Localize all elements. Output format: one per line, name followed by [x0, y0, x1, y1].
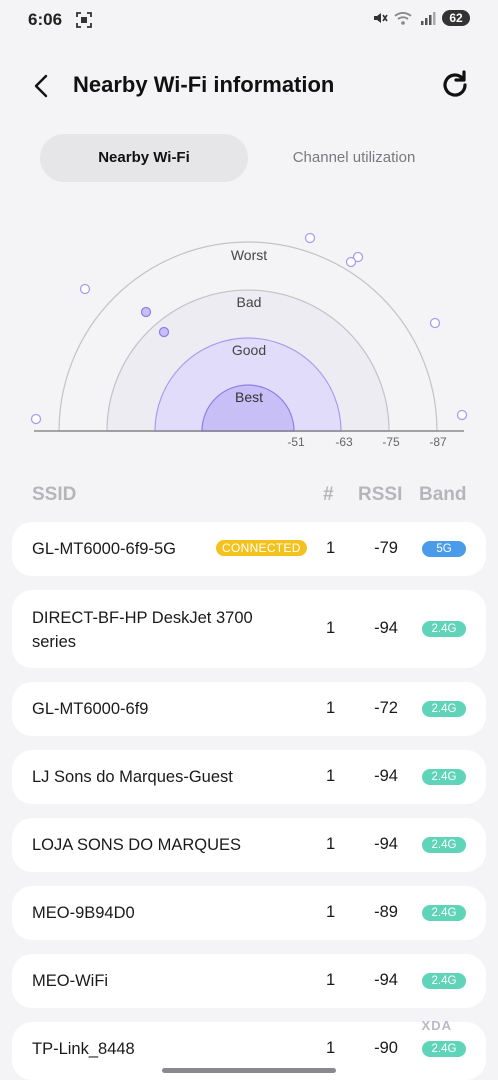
network-number: 1: [326, 619, 336, 637]
table-header: SSID # RSSI Band: [0, 484, 498, 514]
wifi-icon: [394, 12, 412, 25]
network-row[interactable]: GL-MT6000-6f9 1 -72 2.4G: [12, 682, 486, 736]
network-dot[interactable]: [140, 306, 152, 318]
tab-bar: Nearby Wi-Fi Channel utilization: [40, 134, 458, 182]
column-header-ssid: SSID: [32, 484, 77, 505]
network-row[interactable]: MEO-WiFi 1 -94 2.4G: [12, 954, 486, 1008]
scale-label-63: -63: [335, 435, 353, 449]
screenshot-icon: [76, 12, 92, 28]
band-badge: 2.4G: [422, 1041, 466, 1057]
cellular-signal-icon: [421, 12, 436, 25]
zone-label-best: Best: [235, 389, 263, 405]
band-badge: 2.4G: [422, 621, 466, 637]
network-rssi: -90: [374, 1039, 398, 1057]
zone-label-bad: Bad: [237, 294, 262, 310]
refresh-icon[interactable]: [438, 68, 472, 102]
network-rssi: -94: [374, 767, 398, 785]
network-ssid: GL-MT6000-6f9-5G: [32, 540, 176, 558]
home-indicator[interactable]: [162, 1068, 336, 1073]
network-row[interactable]: DIRECT-BF-HP DeskJet 3700 series 1 -94 2…: [12, 590, 486, 668]
network-number: 1: [326, 1039, 336, 1057]
network-number: 1: [326, 539, 336, 557]
band-badge: 2.4G: [422, 769, 466, 785]
network-dot[interactable]: [456, 409, 468, 421]
network-ssid: DIRECT-BF-HP DeskJet 3700 series: [32, 609, 253, 651]
network-rssi: -94: [374, 619, 398, 637]
band-badge: 2.4G: [422, 905, 466, 921]
status-icons: 62: [372, 10, 470, 26]
network-number: 1: [326, 699, 336, 717]
network-ssid: LJ Sons do Marques-Guest: [32, 768, 233, 786]
column-header-number: #: [323, 484, 334, 505]
signal-strength-chart: Worst Bad Good Best -51 -63 -75 -87: [0, 210, 498, 460]
status-time: 6:06: [28, 10, 63, 29]
network-ssid: GL-MT6000-6f9: [32, 700, 149, 718]
network-rssi: -94: [374, 971, 398, 989]
zone-label-worst: Worst: [231, 247, 267, 263]
scale-label-75: -75: [382, 435, 400, 449]
watermark-logo: XDA: [421, 1018, 452, 1033]
network-row[interactable]: MEO-9B94D0 1 -89 2.4G: [12, 886, 486, 940]
network-number: 1: [326, 835, 336, 853]
network-rssi: -94: [374, 835, 398, 853]
band-badge: 5G: [422, 541, 466, 557]
scale-label-51: -51: [287, 435, 305, 449]
column-header-band: Band: [419, 484, 467, 505]
network-number: 1: [326, 903, 336, 921]
mute-icon: [374, 13, 388, 23]
status-bar: 6:06 62: [0, 0, 498, 40]
signal-chart-svg: Worst Bad Good Best -51 -63 -75 -87: [30, 232, 468, 449]
network-dot[interactable]: [345, 256, 357, 268]
column-header-rssi: RSSI: [358, 484, 403, 505]
network-number: 1: [326, 767, 336, 785]
scale-label-87: -87: [429, 435, 447, 449]
tab-channel-utilization[interactable]: Channel utilization: [250, 134, 458, 182]
battery-indicator: 62: [442, 10, 470, 26]
network-dot[interactable]: [158, 326, 170, 338]
network-dot[interactable]: [429, 317, 441, 329]
connected-badge: CONNECTED: [216, 540, 307, 556]
network-rssi: -79: [374, 539, 398, 557]
zone-label-good: Good: [232, 342, 266, 358]
network-number: 1: [326, 971, 336, 989]
band-badge: 2.4G: [422, 701, 466, 717]
network-rssi: -72: [374, 699, 398, 717]
page-title: Nearby Wi-Fi information: [73, 72, 335, 97]
network-row[interactable]: LJ Sons do Marques-Guest 1 -94 2.4G: [12, 750, 486, 804]
network-ssid: MEO-WiFi: [32, 972, 109, 990]
band-badge: 2.4G: [422, 973, 466, 989]
app-header: Nearby Wi-Fi information: [0, 60, 498, 112]
back-arrow-icon[interactable]: [28, 72, 56, 100]
network-dot[interactable]: [30, 413, 42, 425]
tab-nearby-wifi[interactable]: Nearby Wi-Fi: [40, 134, 248, 182]
band-badge: 2.4G: [422, 837, 466, 853]
network-row[interactable]: LOJA SONS DO MARQUES 1 -94 2.4G: [12, 818, 486, 872]
network-dot[interactable]: [79, 283, 91, 295]
network-ssid: LOJA SONS DO MARQUES: [32, 836, 242, 854]
network-row[interactable]: GL-MT6000-6f9-5G CONNECTED 1 -79 5G: [12, 522, 486, 576]
network-rssi: -89: [374, 903, 398, 921]
network-dot[interactable]: [304, 232, 316, 244]
network-ssid: MEO-9B94D0: [32, 904, 135, 922]
network-ssid: TP-Link_8448: [32, 1040, 135, 1058]
